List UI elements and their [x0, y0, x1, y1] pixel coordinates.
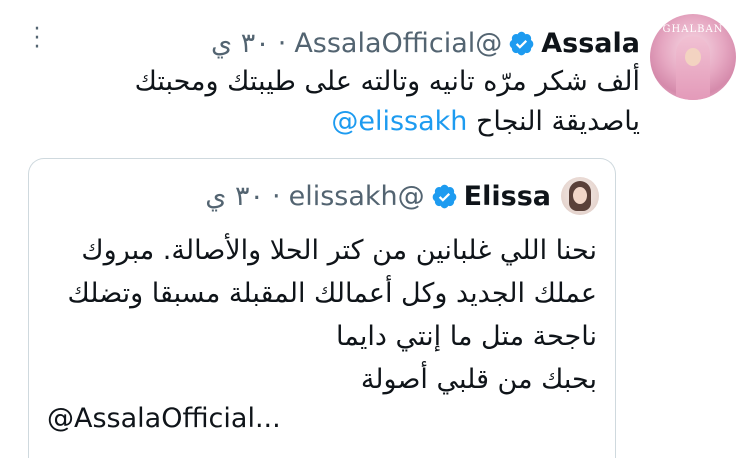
mention-link[interactable]: @elissakh — [331, 106, 467, 137]
quote-header: Elissa @elissakh · ٣٠ ي — [205, 179, 551, 213]
author-name[interactable]: Assala — [541, 28, 640, 59]
quote-text-line: نحنا اللي غلبانين من كتر الحلا والأصالة.… — [81, 235, 597, 266]
avatar-brand-text: GHALBAN — [662, 24, 724, 35]
quote-time[interactable]: ٣٠ ي — [205, 181, 264, 212]
author-handle[interactable]: @AssalaOfficial — [294, 28, 502, 59]
avatar-figure — [676, 36, 710, 100]
tweet-header: Assala @AssalaOfficial · ٣٠ ي — [211, 26, 640, 60]
tweet-time[interactable]: ٣٠ ي — [211, 28, 270, 59]
verified-badge-icon — [432, 184, 456, 208]
tweet-text-segment: ياصديقة النجاح — [475, 106, 640, 137]
quote-text: نحنا اللي غلبانين من كتر الحلا والأصالة.… — [37, 229, 598, 401]
avatar-face — [685, 48, 701, 66]
quoted-tweet[interactable]: Elissa @elissakh · ٣٠ ي نحنا اللي غلباني… — [28, 158, 616, 458]
quote-text-line: عملك الجديد وكل أعمالك المقبلة مسبقا وتض… — [67, 278, 598, 309]
tweet-text-line: ياصديقة النجاح @elissakh — [40, 102, 640, 142]
avatar[interactable]: GHALBAN — [650, 14, 736, 100]
quote-text-line: بحبك من قلبي أصولة — [360, 364, 597, 395]
quote-truncated-mention[interactable]: @AssalaOfficial... — [47, 403, 281, 434]
tweet-text-line: ألف شكر مرّه تانيه وتالته على طيبتك ومحب… — [134, 66, 640, 97]
quote-text-line: ناجحة متل ما إنتي دايما — [336, 321, 597, 352]
more-icon[interactable]: · · · — [30, 19, 44, 59]
quote-author-handle[interactable]: @elissakh — [289, 181, 425, 212]
quote-avatar-face — [573, 187, 587, 204]
tweet[interactable]: · · · GHALBAN Assala @AssalaOfficial · ٣٠ … — [0, 0, 756, 458]
separator-dot: · — [277, 27, 287, 59]
verified-badge-icon — [509, 31, 534, 55]
quote-avatar[interactable] — [561, 177, 599, 215]
separator-dot: · — [272, 180, 281, 212]
quote-author-name[interactable]: Elissa — [464, 181, 551, 212]
tweet-text: ألف شكر مرّه تانيه وتالته على طيبتك ومحب… — [40, 62, 640, 142]
